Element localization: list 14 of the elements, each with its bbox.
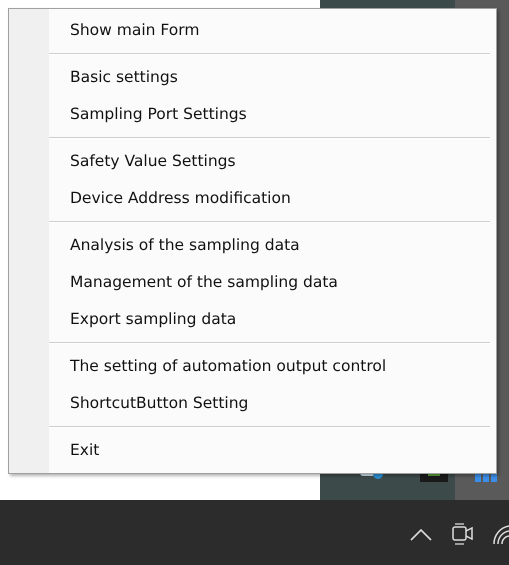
menu-item[interactable]: Device Address modification xyxy=(9,180,496,217)
menu-item[interactable]: Sampling Port Settings xyxy=(9,96,496,133)
menu-item[interactable]: Analysis of the sampling data xyxy=(9,227,496,264)
chevron-up-icon[interactable] xyxy=(410,529,432,541)
camera-icon[interactable] xyxy=(452,522,474,546)
tray-app-icon[interactable] xyxy=(475,472,499,482)
menu-item[interactable]: Show main Form xyxy=(9,12,496,49)
menu-item[interactable]: Safety Value Settings xyxy=(9,143,496,180)
menu-item[interactable]: Management of the sampling data xyxy=(9,264,496,301)
menu-item[interactable]: Export sampling data xyxy=(9,301,496,338)
menu-item[interactable]: ShortcutButton Setting xyxy=(9,385,496,422)
menu-item[interactable]: The setting of automation output control xyxy=(9,348,496,385)
menu-item[interactable]: Exit xyxy=(9,432,496,469)
menu-item[interactable]: Basic settings xyxy=(9,59,496,96)
